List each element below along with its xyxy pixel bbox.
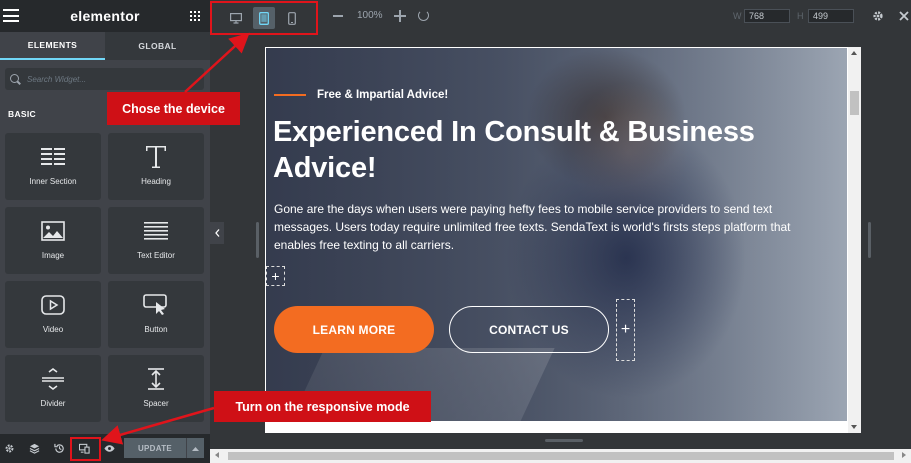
update-button[interactable]: UPDATE [124,438,186,458]
width-input[interactable]: 768 [744,9,790,23]
widget-inner-section[interactable]: Inner Section [5,133,101,200]
widget-label: Inner Section [29,177,77,186]
height-label: H [797,11,804,21]
widgets-grid-icon[interactable] [190,11,200,21]
resize-handle-left[interactable] [256,222,259,258]
widget-label: Text Editor [137,251,175,260]
widget-button[interactable]: Button [108,281,204,348]
navigator-layers-icon[interactable] [29,443,40,454]
height-input[interactable]: 499 [808,9,854,23]
device-callout: Chose the device [107,92,240,125]
hero-paragraph: Gone are the days when users were paying… [274,202,791,252]
scroll-thumb[interactable] [228,452,894,460]
widget-label: Divider [40,399,66,408]
responsive-settings-gear-icon[interactable] [872,10,884,22]
eyebrow-accent-line [274,94,306,96]
page-preview: Free & Impartial Advice! Experienced In … [265,47,861,433]
widget-label: Video [42,325,64,334]
contact-us-button[interactable]: CONTACT US [449,306,609,353]
widget-image[interactable]: Image [5,207,101,274]
eyebrow-text: Free & Impartial Advice! [317,89,449,101]
scroll-up-icon[interactable] [851,51,857,55]
scroll-thumb[interactable] [850,91,859,115]
scroll-left-icon[interactable] [215,452,219,458]
reset-zoom-icon[interactable] [418,10,429,21]
tab-elements[interactable]: ELEMENTS [0,32,105,60]
section-title-basic: BASIC [8,109,36,119]
elements-panel: elementor ELEMENTS GLOBAL BASIC Inner Se… [0,0,210,463]
preview-vertical-scrollbar[interactable] [848,47,861,433]
widget-label: Image [41,251,65,260]
widget-label: Spacer [143,399,169,408]
text-editor-icon [144,219,168,243]
widget-divider[interactable]: Divider [5,355,101,422]
responsive-callout: Turn on the responsive mode [214,391,431,422]
preview-eye-icon[interactable] [104,443,115,454]
divider-icon [41,367,65,391]
horizontal-scrollbar[interactable] [210,449,911,463]
editor-window: elementor ELEMENTS GLOBAL BASIC Inner Se… [0,0,911,463]
button-icon [143,293,169,317]
search-input[interactable] [27,74,187,84]
panel-tabs: ELEMENTS GLOBAL [0,32,210,60]
zoom-out-button[interactable] [333,15,343,17]
zoom-in-button[interactable] [394,10,406,22]
widget-spacer[interactable]: Spacer [108,355,204,422]
resize-handle-right[interactable] [868,222,871,258]
add-widget-button[interactable]: + [266,266,285,286]
widget-video[interactable]: Video [5,281,101,348]
spacer-icon [144,367,168,391]
learn-more-button[interactable]: LEARN MORE [274,306,434,353]
device-highlight-box [210,1,318,35]
update-options-button[interactable] [186,438,204,458]
heading-icon [145,145,167,169]
caret-up-icon [192,446,199,451]
panel-header: elementor [0,0,210,32]
chevron-left-icon [214,229,219,237]
hero-background-image: Free & Impartial Advice! Experienced In … [266,48,847,421]
settings-gear-icon[interactable] [4,443,15,454]
image-icon [41,219,65,243]
inner-section-icon [41,145,65,169]
brand-logo: elementor [70,8,140,24]
scroll-right-icon[interactable] [902,452,906,458]
close-responsive-icon[interactable] [898,9,910,23]
add-column-button[interactable]: + [616,299,635,361]
widget-heading[interactable]: Heading [108,133,204,200]
scroll-down-icon[interactable] [851,425,857,429]
video-icon [41,293,65,317]
hero-headline: Experienced In Consult & Business Advice… [273,116,755,184]
tab-global[interactable]: GLOBAL [105,32,210,60]
width-label: W [733,11,742,21]
zoom-level: 100% [357,10,383,21]
widget-label: Button [144,325,168,334]
search-icon [10,73,21,85]
widget-text-editor[interactable]: Text Editor [108,207,204,274]
resize-handle-bottom[interactable] [545,439,583,442]
widget-label: Heading [141,177,171,186]
search-box [5,68,204,90]
history-icon[interactable] [54,443,65,454]
responsive-highlight-box [70,437,101,461]
collapse-panel-button[interactable] [210,222,224,244]
